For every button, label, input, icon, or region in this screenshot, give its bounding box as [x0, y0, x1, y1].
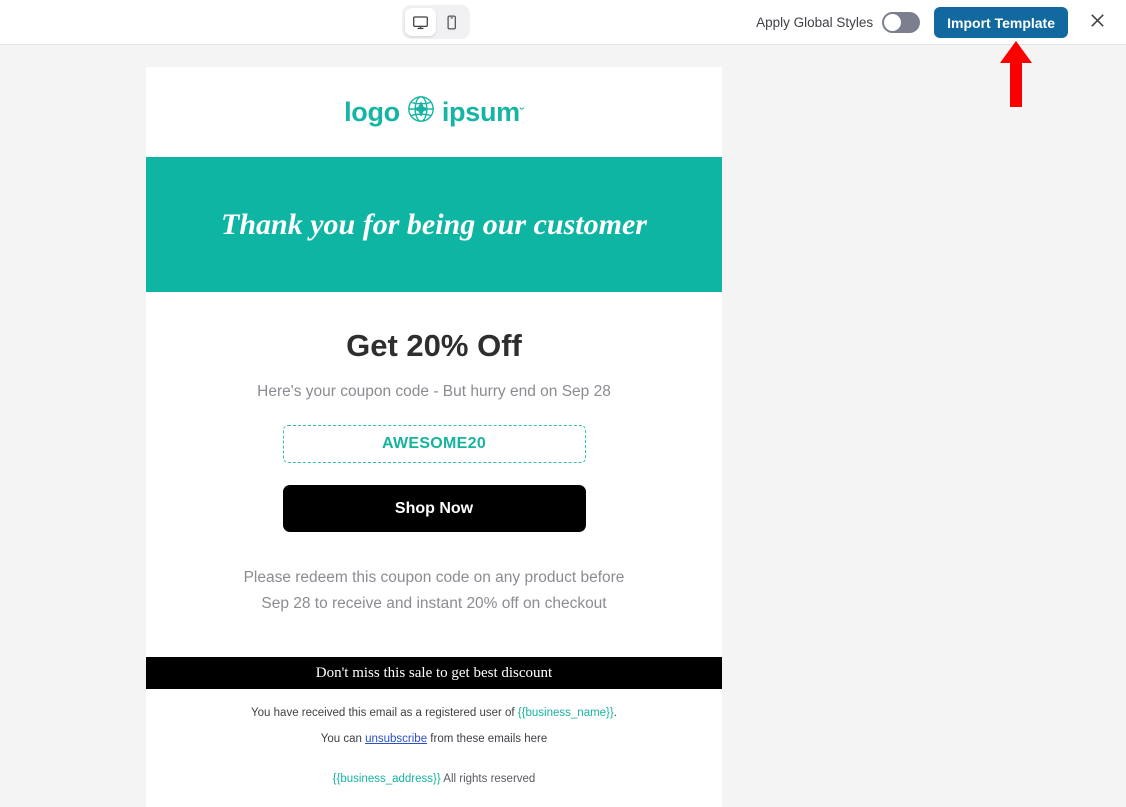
footer-rights-text: All rights reserved [443, 773, 536, 785]
apply-global-styles-label: Apply Global Styles [756, 15, 874, 30]
brand-word-one: logo [344, 96, 400, 127]
globe-compass-icon [406, 94, 436, 131]
offer-headline: Get 20% Off [346, 328, 522, 363]
import-template-button[interactable]: Import Template [934, 7, 1068, 38]
footer-line1-before: You have received this email as a regist… [251, 707, 518, 719]
shop-now-button[interactable]: Shop Now [282, 485, 586, 532]
unsubscribe-link[interactable]: unsubscribe [365, 733, 427, 745]
redeem-line-2: Sep 28 to receive and instant 20% off on… [261, 595, 607, 612]
toggle-knob [884, 14, 902, 31]
redeem-line-1: Please redeem this coupon code on any pr… [243, 569, 625, 586]
footer-registered-user-line: You have received this email as a regist… [146, 707, 722, 719]
offer-subtitle: Here's your coupon code - But hurry end … [257, 383, 611, 400]
device-option-mobile[interactable] [436, 8, 467, 36]
merge-tag-business-name[interactable]: {{business_name}} [518, 707, 614, 719]
desktop-monitor-icon [412, 14, 429, 31]
hero-banner-text: Thank you for being our customer [221, 207, 647, 241]
close-x-icon [1088, 11, 1107, 35]
merge-tag-business-address[interactable]: {{business_address}} [333, 773, 441, 785]
close-button[interactable] [1080, 6, 1114, 40]
email-discount-strip[interactable]: Don't miss this sale to get best discoun… [146, 657, 722, 689]
email-logo-block[interactable]: logo ipsum ˘ [146, 67, 722, 157]
apply-global-styles-toggle[interactable] [882, 12, 921, 33]
footer-line2-after: from these emails here [427, 733, 548, 745]
email-template-canvas: logo ipsum ˘ Thank you for being our cus… [146, 67, 722, 807]
brand-word-two: ipsum [441, 96, 520, 127]
coupon-code-text: AWESOME20 [381, 435, 487, 452]
brand-logo: logo ipsum ˘ [344, 94, 524, 131]
footer-unsubscribe-line: You can unsubscribe from these emails he… [146, 733, 722, 745]
mobile-phone-icon [444, 14, 459, 31]
email-footer: You have received this email as a regist… [146, 689, 722, 807]
device-option-desktop[interactable] [405, 8, 436, 36]
brand-trademark: ˘ [519, 104, 524, 120]
footer-address-line: {{business_address}} All rights reserved [146, 759, 722, 785]
footer-line2-before: You can [320, 733, 366, 745]
discount-strip-text: Don't miss this sale to get best discoun… [315, 664, 553, 681]
email-body-block: Get 20% Off Here's your coupon code - Bu… [146, 292, 722, 657]
toolbar-right-actions: Apply Global Styles Import Template [756, 0, 1114, 45]
redeem-instructions: Please redeem this coupon code on any pr… [146, 565, 722, 617]
footer-line1-after: . [613, 707, 617, 719]
coupon-code-box[interactable]: AWESOME20 [282, 425, 586, 463]
device-view-switcher[interactable] [402, 5, 470, 39]
red-up-arrow-icon [999, 41, 1033, 107]
email-hero-banner[interactable]: Thank you for being our customer [146, 157, 722, 292]
editor-toolbar: Apply Global Styles Import Template [0, 0, 1126, 45]
